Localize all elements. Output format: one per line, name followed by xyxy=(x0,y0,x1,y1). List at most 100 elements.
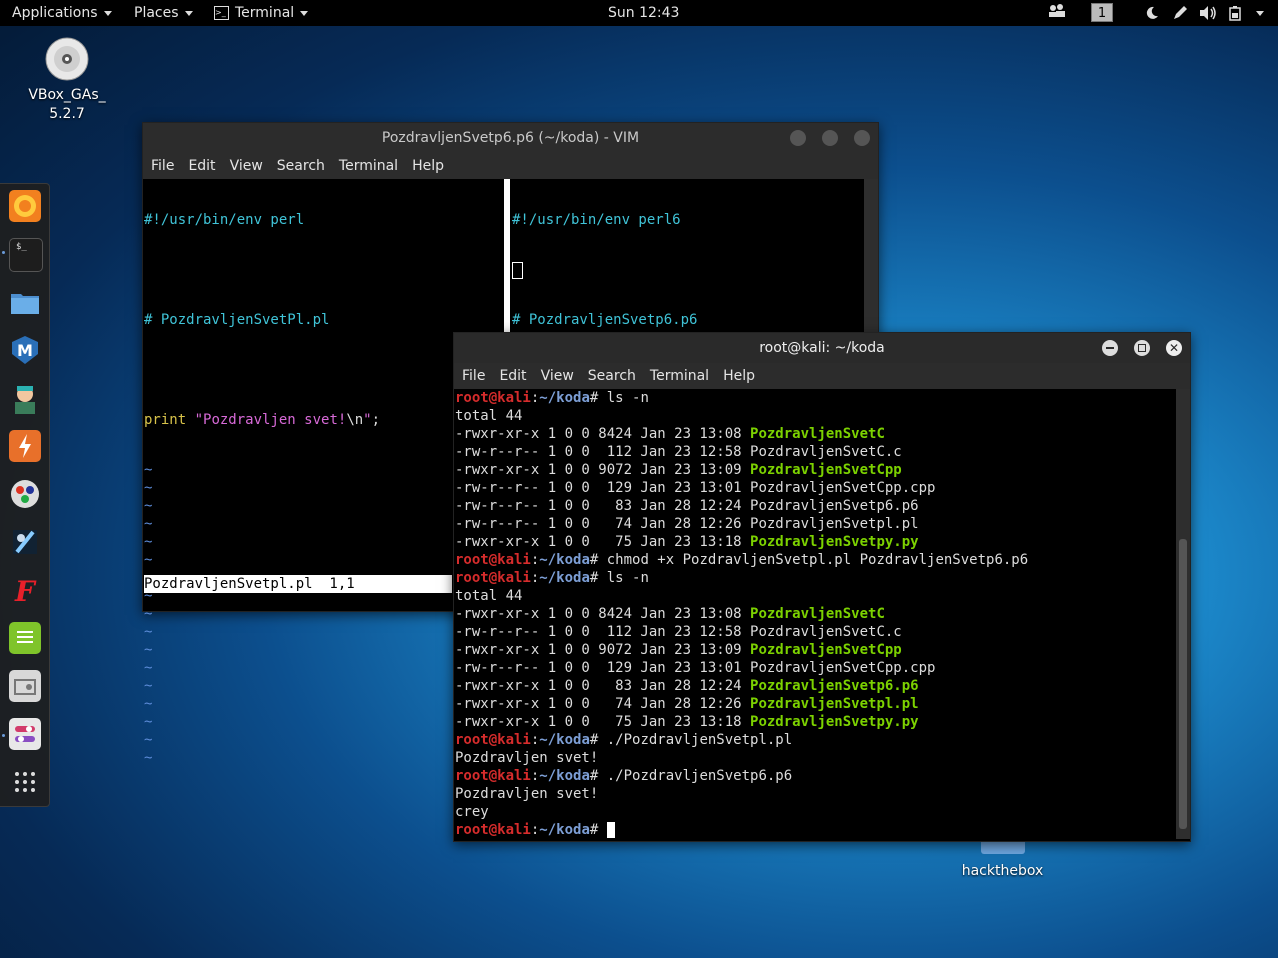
vim-left-pane[interactable]: #!/usr/bin/env perl # PozdravljenSvetPl.… xyxy=(144,179,501,799)
command-text: # ls -n xyxy=(589,570,649,586)
menu-edit[interactable]: Edit xyxy=(499,368,526,384)
menu-file[interactable]: File xyxy=(151,158,174,174)
listing-line: -rw-r--r-- 1 0 0 112 Jan 23 12:58 Pozdra… xyxy=(455,444,902,460)
beef-icon[interactable] xyxy=(9,526,41,558)
system-menu[interactable] xyxy=(1250,0,1264,26)
prompt-path: ~/koda xyxy=(539,732,590,748)
terminal-scrollbar[interactable] xyxy=(1176,389,1190,839)
listing-line: -rwxr-xr-x 1 0 0 75 Jan 23 13:18 Pozdrav… xyxy=(455,714,919,730)
file-name: PozdravljenSvetC.c xyxy=(750,444,902,460)
settings-icon[interactable] xyxy=(9,718,41,750)
metasploit-icon[interactable]: M xyxy=(9,334,41,366)
menu-help[interactable]: Help xyxy=(723,368,755,384)
vbox-desktop-icon[interactable]: VBox_GAs_ 5.2.7 xyxy=(22,37,112,122)
top-panel: Applications Places >_ Terminal Sun 12:43… xyxy=(0,0,1278,26)
empty-line-marker: ~ xyxy=(144,552,153,568)
close-button[interactable]: ✕ xyxy=(1166,340,1182,356)
files-icon[interactable] xyxy=(9,286,41,318)
terminal-output[interactable]: root@kali:~/koda# ls -n total 44 -rwxr-xr-… xyxy=(455,389,1173,839)
file-name: PozdravljenSvetCpp xyxy=(750,642,902,658)
menu-view[interactable]: View xyxy=(230,158,263,174)
prompt-line: root@kali:~/koda# chmod +x PozdravljenSv… xyxy=(455,552,1029,568)
maximize-button[interactable] xyxy=(1134,340,1150,356)
show-apps-icon[interactable] xyxy=(9,766,41,798)
battery-icon[interactable] xyxy=(1228,0,1244,26)
listing-line: -rw-r--r-- 1 0 0 74 Jan 28 12:26 Pozdrav… xyxy=(455,516,919,532)
maximize-button[interactable] xyxy=(822,130,838,146)
vim-menubar: File Edit View Search Terminal Help xyxy=(143,153,878,179)
volume-icon[interactable] xyxy=(1199,0,1217,26)
menu-help[interactable]: Help xyxy=(412,158,444,174)
svg-text:F: F xyxy=(14,575,37,606)
minimize-button[interactable] xyxy=(1102,340,1118,356)
file-name: PozdravljenSvetCpp xyxy=(750,462,902,478)
workspace-indicator[interactable]: 1 xyxy=(1091,3,1113,22)
places-menu[interactable]: Places xyxy=(134,0,193,26)
night-mode-icon[interactable] xyxy=(1145,0,1159,26)
menu-terminal[interactable]: Terminal xyxy=(339,158,398,174)
clock[interactable]: Sun 12:43 xyxy=(608,0,679,26)
listing-line: -rwxr-xr-x 1 0 0 74 Jan 28 12:26 Pozdrav… xyxy=(455,696,919,712)
terminal-app-menu[interactable]: >_ Terminal xyxy=(214,0,309,26)
file-name: PozdravljenSvetp6.p6 xyxy=(750,678,919,694)
prompt-path: ~/koda xyxy=(539,552,590,568)
faraday-icon[interactable]: F xyxy=(9,574,41,608)
cherrytree-icon[interactable] xyxy=(9,670,41,702)
maltego-icon[interactable] xyxy=(9,478,41,510)
listing-line: -rwxr-xr-x 1 0 0 8424 Jan 23 13:08 Pozdr… xyxy=(455,426,885,442)
running-indicator xyxy=(2,734,5,737)
burpsuite-icon[interactable] xyxy=(9,430,41,462)
dock: $_ M F xyxy=(0,183,50,807)
menu-terminal[interactable]: Terminal xyxy=(650,368,709,384)
pen-icon[interactable] xyxy=(1172,0,1188,26)
menu-edit[interactable]: Edit xyxy=(188,158,215,174)
applications-menu[interactable]: Applications xyxy=(12,0,112,26)
empty-line-marker: ~ xyxy=(144,660,153,676)
empty-line-marker: ~ xyxy=(144,714,153,730)
listing-line: -rw-r--r-- 1 0 0 112 Jan 23 12:58 Pozdra… xyxy=(455,624,902,640)
terminal-icon[interactable]: $_ xyxy=(9,238,43,272)
listing-line: -rwxr-xr-x 1 0 0 9072 Jan 23 13:09 Pozdr… xyxy=(455,462,902,478)
menu-file[interactable]: File xyxy=(462,368,485,384)
terminal-titlebar[interactable]: root@kali: ~/koda xyxy=(454,333,1190,363)
output-line: Pozdravljen svet! xyxy=(455,786,599,802)
prompt-user: root@kali xyxy=(455,768,531,784)
prompt-path: ~/koda xyxy=(539,768,590,784)
empty-line-marker: ~ xyxy=(144,534,153,550)
firefox-icon[interactable] xyxy=(9,190,41,222)
vbox-label-line1: VBox_GAs_ xyxy=(28,87,106,103)
terminal-window[interactable]: root@kali: ~/koda ✕ File Edit View Search Te… xyxy=(453,332,1191,842)
vim-split-separator[interactable] xyxy=(504,179,510,333)
chevron-down-icon xyxy=(300,10,309,16)
file-name: PozdravljenSvetC xyxy=(750,426,885,442)
empty-line-marker: ~ xyxy=(144,696,153,712)
vim-status-line: PozdravljenSvetpl.pl 1,1 xyxy=(144,575,452,593)
menu-search[interactable]: Search xyxy=(588,368,636,384)
terminal-title: root@kali: ~/koda xyxy=(759,340,885,356)
leafpad-icon[interactable] xyxy=(9,622,41,654)
hackthebox-desktop-icon[interactable]: hackthebox xyxy=(955,838,1050,879)
scrollbar-thumb[interactable] xyxy=(1179,539,1187,829)
vim-title: PozdravljenSvetp6.p6 (~/koda) - VIM xyxy=(381,130,640,146)
places-label: Places xyxy=(134,5,179,21)
empty-line-marker: ~ xyxy=(144,750,153,766)
command-text: # chmod +x PozdravljenSvetpl.pl Pozdravl… xyxy=(589,552,1029,568)
chevron-down-icon xyxy=(103,10,112,16)
chevron-down-icon xyxy=(1256,10,1264,16)
prompt-user: root@kali xyxy=(455,570,531,586)
minimize-button[interactable] xyxy=(790,130,806,146)
menu-view[interactable]: View xyxy=(541,368,574,384)
close-button[interactable] xyxy=(854,130,870,146)
people-icon[interactable] xyxy=(1048,0,1066,26)
file-name: PozdravljenSvetpl.pl xyxy=(750,696,919,712)
armitage-icon[interactable] xyxy=(9,382,41,414)
menu-search[interactable]: Search xyxy=(277,158,325,174)
empty-line-marker: ~ xyxy=(144,498,153,514)
vim-scrollbar[interactable] xyxy=(864,179,878,333)
vim-titlebar[interactable]: PozdravljenSvetp6.p6 (~/koda) - VIM xyxy=(143,123,878,153)
file-name: PozdravljenSvetC xyxy=(750,606,885,622)
output-line: total 44 xyxy=(455,588,523,604)
listing-line: -rwxr-xr-x 1 0 0 9072 Jan 23 13:09 Pozdr… xyxy=(455,642,902,658)
prompt-user: root@kali xyxy=(455,390,531,406)
